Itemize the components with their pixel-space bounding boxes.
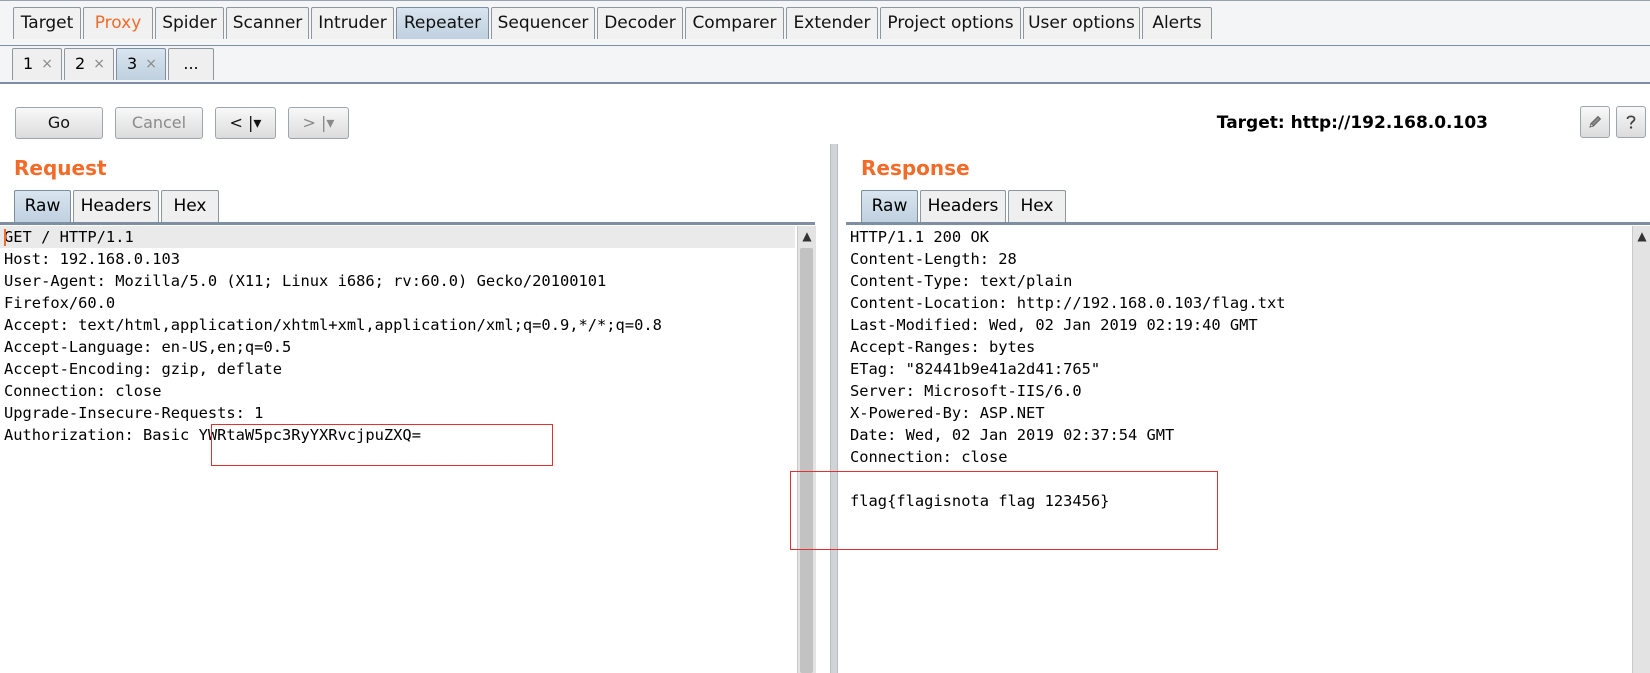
help-button[interactable] [1616,106,1646,138]
request-line: Host: 192.168.0.103 [4,250,181,268]
repeater-tabs: 1 × 2 × 3 × ... [0,46,1650,84]
tab-comparer[interactable]: Comparer [685,7,784,39]
response-editor[interactable]: HTTP/1.1 200 OK Content-Length: 28 Conte… [846,226,1632,673]
request-tab-rule [0,222,815,225]
request-view-tabs: Raw Headers Hex [14,190,224,223]
scroll-up-arrow-icon[interactable]: ▲ [798,228,816,244]
cancel-button[interactable]: Cancel [115,107,203,139]
request-line: Connection: close [4,382,162,400]
repeater-tab-2[interactable]: 2 × [64,48,114,80]
response-line: ETag: "82441b9e41a2d41:765" [850,360,1101,378]
response-line [846,468,1632,490]
repeater-tab-label: 3 [127,54,138,73]
repeater-tab-new[interactable]: ... [168,48,214,80]
edit-target-button[interactable] [1580,106,1610,138]
help-icon [1626,115,1636,129]
pencil-icon [1589,115,1602,128]
target-url: Target: http://192.168.0.103 [1216,113,1488,133]
request-editor[interactable]: GET / HTTP/1.1 Host: 192.168.0.103 User-… [0,226,795,673]
close-icon[interactable]: × [93,49,105,79]
request-line: Authorization: Basic YWRtaW5pc3RyYXRvcjp… [4,426,421,444]
tab-extender[interactable]: Extender [786,7,878,39]
request-tab-raw[interactable]: Raw [14,190,71,222]
scrollbar-thumb[interactable] [800,248,813,673]
request-line: Firefox/60.0 [4,294,116,312]
request-line: Accept: text/html,application/xhtml+xml,… [4,316,662,334]
tab-scanner[interactable]: Scanner [226,7,309,39]
response-line: Accept-Ranges: bytes [850,338,1036,356]
pane-splitter[interactable] [830,144,838,673]
text-cursor [4,229,6,246]
tab-sequencer[interactable]: Sequencer [491,7,595,39]
response-line: X-Powered-By: ASP.NET [850,404,1045,422]
response-body-flag: flag{flagisnota flag 123456} [850,492,1110,510]
repeater-tab-label: 1 [23,54,34,73]
response-line: Content-Type: text/plain [850,272,1073,290]
go-button[interactable]: Go [15,107,103,139]
response-line: Content-Length: 28 [850,250,1017,268]
repeater-tab-3[interactable]: 3 × [116,48,166,80]
new-tab-label: ... [183,54,199,73]
tab-spider[interactable]: Spider [155,7,224,39]
main-tool-tabs: Target Proxy Spider Scanner Intruder Rep… [0,0,1650,47]
response-title: Response [861,156,970,180]
tab-alerts[interactable]: Alerts [1142,7,1212,39]
request-tab-headers[interactable]: Headers [73,190,159,222]
response-tab-headers[interactable]: Headers [920,190,1006,222]
response-line: Date: Wed, 02 Jan 2019 02:37:54 GMT [850,426,1175,444]
repeater-tab-1[interactable]: 1 × [12,48,62,80]
tab-user-options[interactable]: User options [1023,7,1140,39]
response-line: Connection: close [850,448,1008,466]
request-line: GET / HTTP/1.1 [0,226,795,248]
tab-project-options[interactable]: Project options [880,7,1021,39]
response-line: Content-Location: http://192.168.0.103/f… [850,294,1286,312]
request-tab-hex[interactable]: Hex [161,190,219,222]
response-tab-rule [846,222,1650,225]
close-icon[interactable]: × [41,49,53,79]
request-line: Accept-Language: en-US,en;q=0.5 [4,338,292,356]
response-line: HTTP/1.1 200 OK [850,228,989,246]
request-scrollbar[interactable]: ▲ [797,226,816,673]
response-tab-hex[interactable]: Hex [1008,190,1066,222]
request-line: Accept-Encoding: gzip, deflate [4,360,282,378]
close-icon[interactable]: × [145,49,157,79]
response-view-tabs: Raw Headers Hex [861,190,1071,223]
response-line: Server: Microsoft-IIS/6.0 [850,382,1082,400]
tab-intruder[interactable]: Intruder [311,7,394,39]
request-line: User-Agent: Mozilla/5.0 (X11; Linux i686… [4,272,607,290]
tab-decoder[interactable]: Decoder [597,7,683,39]
repeater-tab-label: 2 [75,54,86,73]
tab-proxy[interactable]: Proxy [83,7,153,39]
response-line: Last-Modified: Wed, 02 Jan 2019 02:19:40… [850,316,1258,334]
history-back-button[interactable]: < |▾ [215,107,276,139]
scroll-up-arrow-icon[interactable]: ▲ [1633,228,1650,244]
tab-target[interactable]: Target [13,7,81,39]
tab-repeater[interactable]: Repeater [396,7,489,39]
response-tab-raw[interactable]: Raw [861,190,918,222]
request-title: Request [14,156,107,180]
response-scrollbar[interactable]: ▲ [1632,226,1650,673]
history-forward-button[interactable]: > |▾ [288,107,349,139]
request-line: Upgrade-Insecure-Requests: 1 [4,404,264,422]
